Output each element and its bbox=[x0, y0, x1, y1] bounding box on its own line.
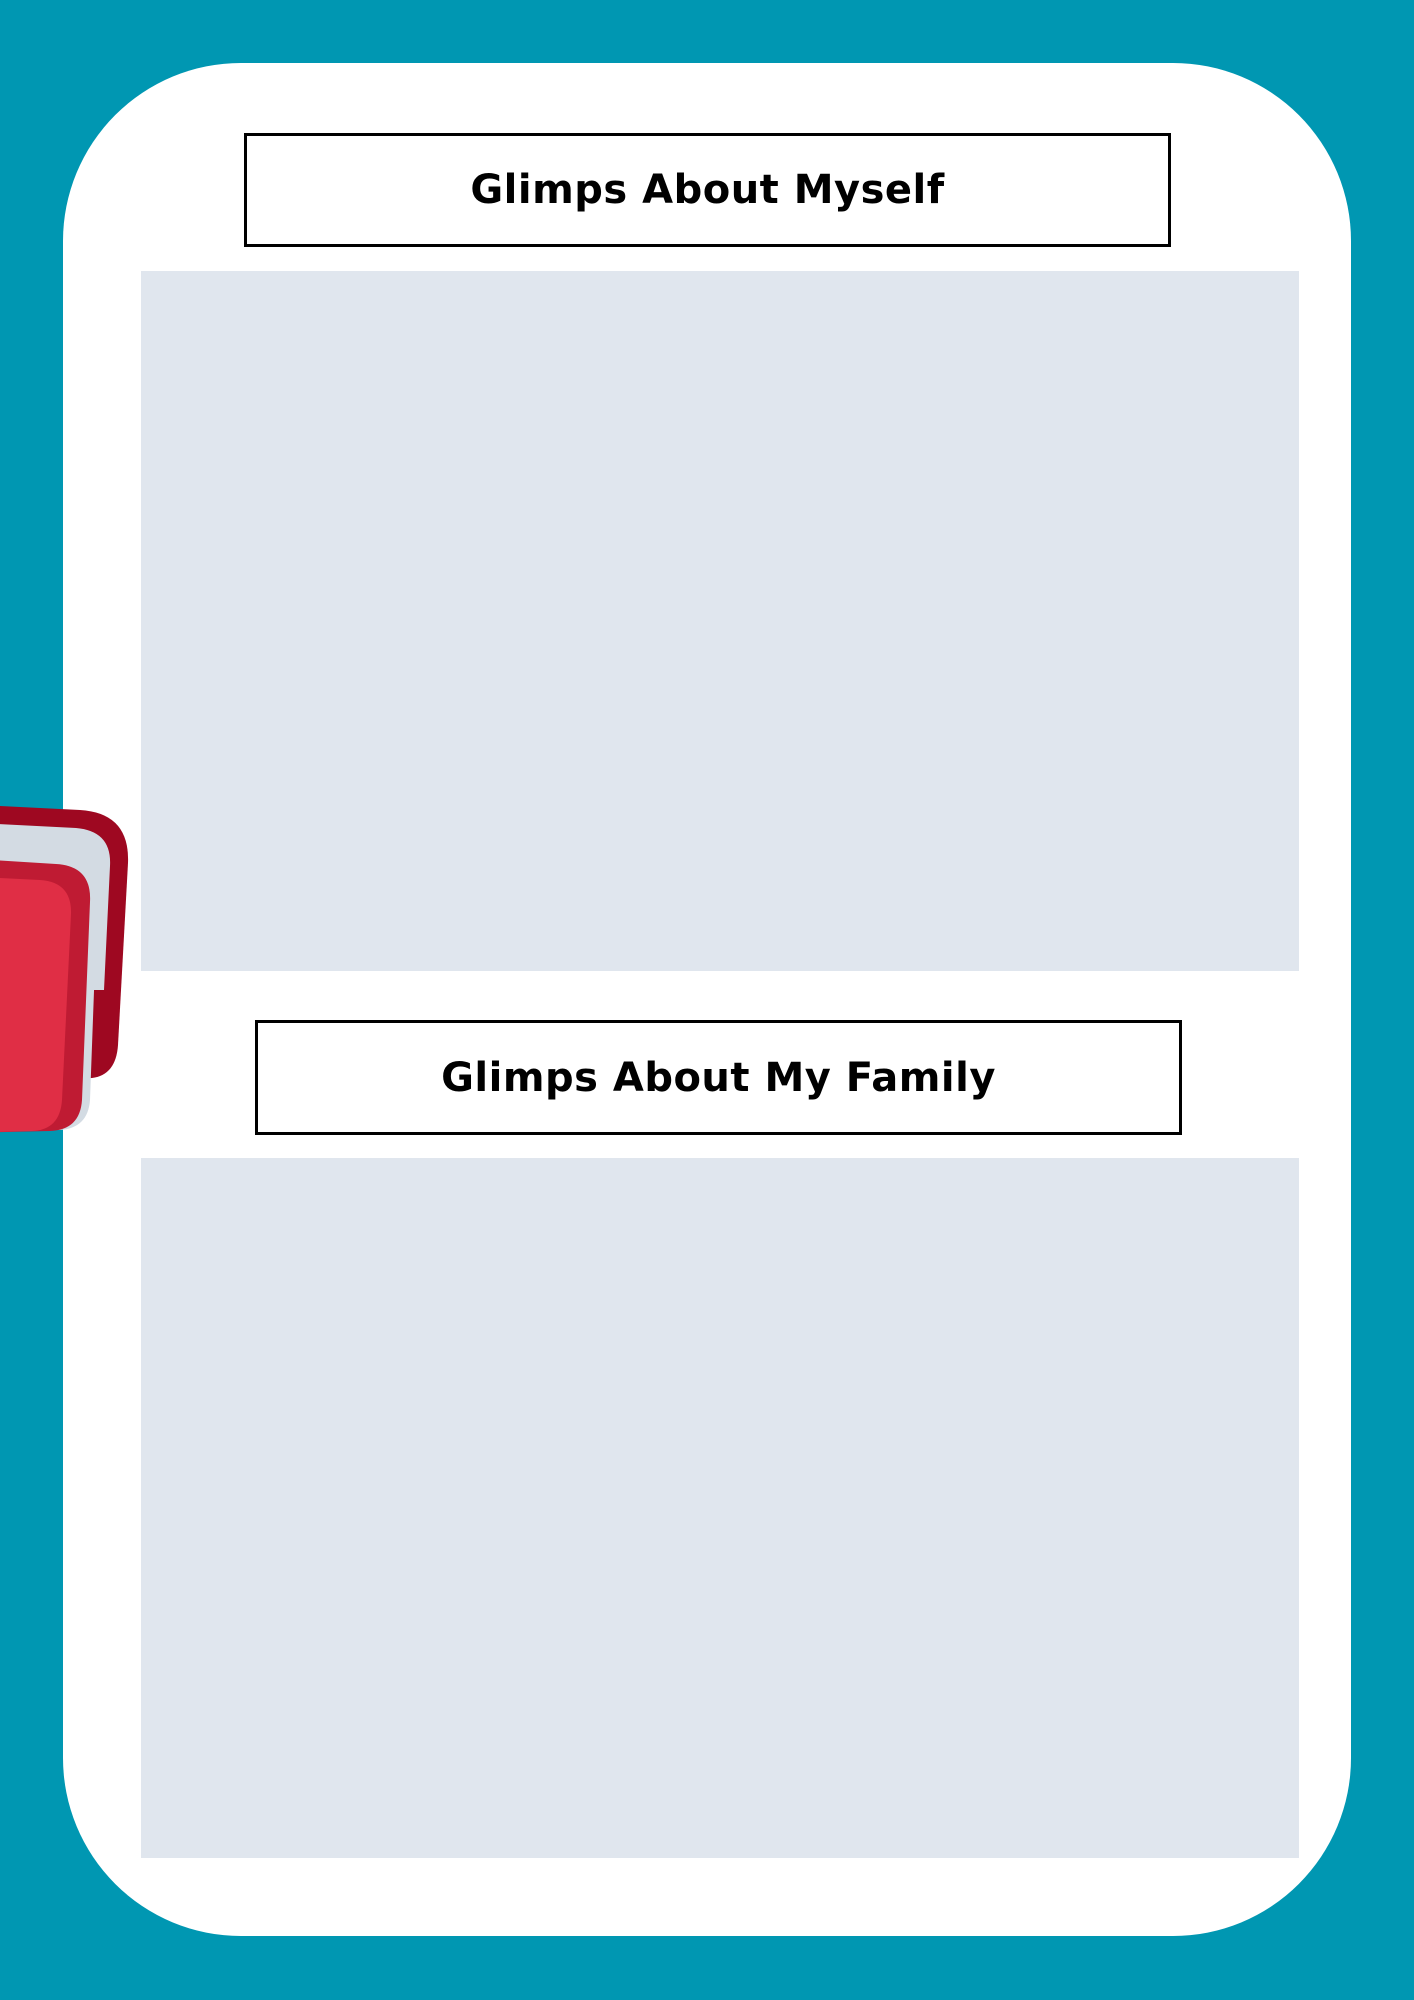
books-icon bbox=[0, 800, 135, 1135]
section-title-box-myself: Glimps About Myself bbox=[244, 133, 1171, 247]
section-title-box-family: Glimps About My Family bbox=[255, 1020, 1182, 1135]
section-title-myself: Glimps About Myself bbox=[470, 167, 945, 213]
photo-placeholder-family bbox=[141, 1158, 1299, 1858]
book-front-face bbox=[0, 878, 72, 1132]
section-title-family: Glimps About My Family bbox=[441, 1054, 996, 1101]
photo-placeholder-myself bbox=[141, 271, 1299, 971]
